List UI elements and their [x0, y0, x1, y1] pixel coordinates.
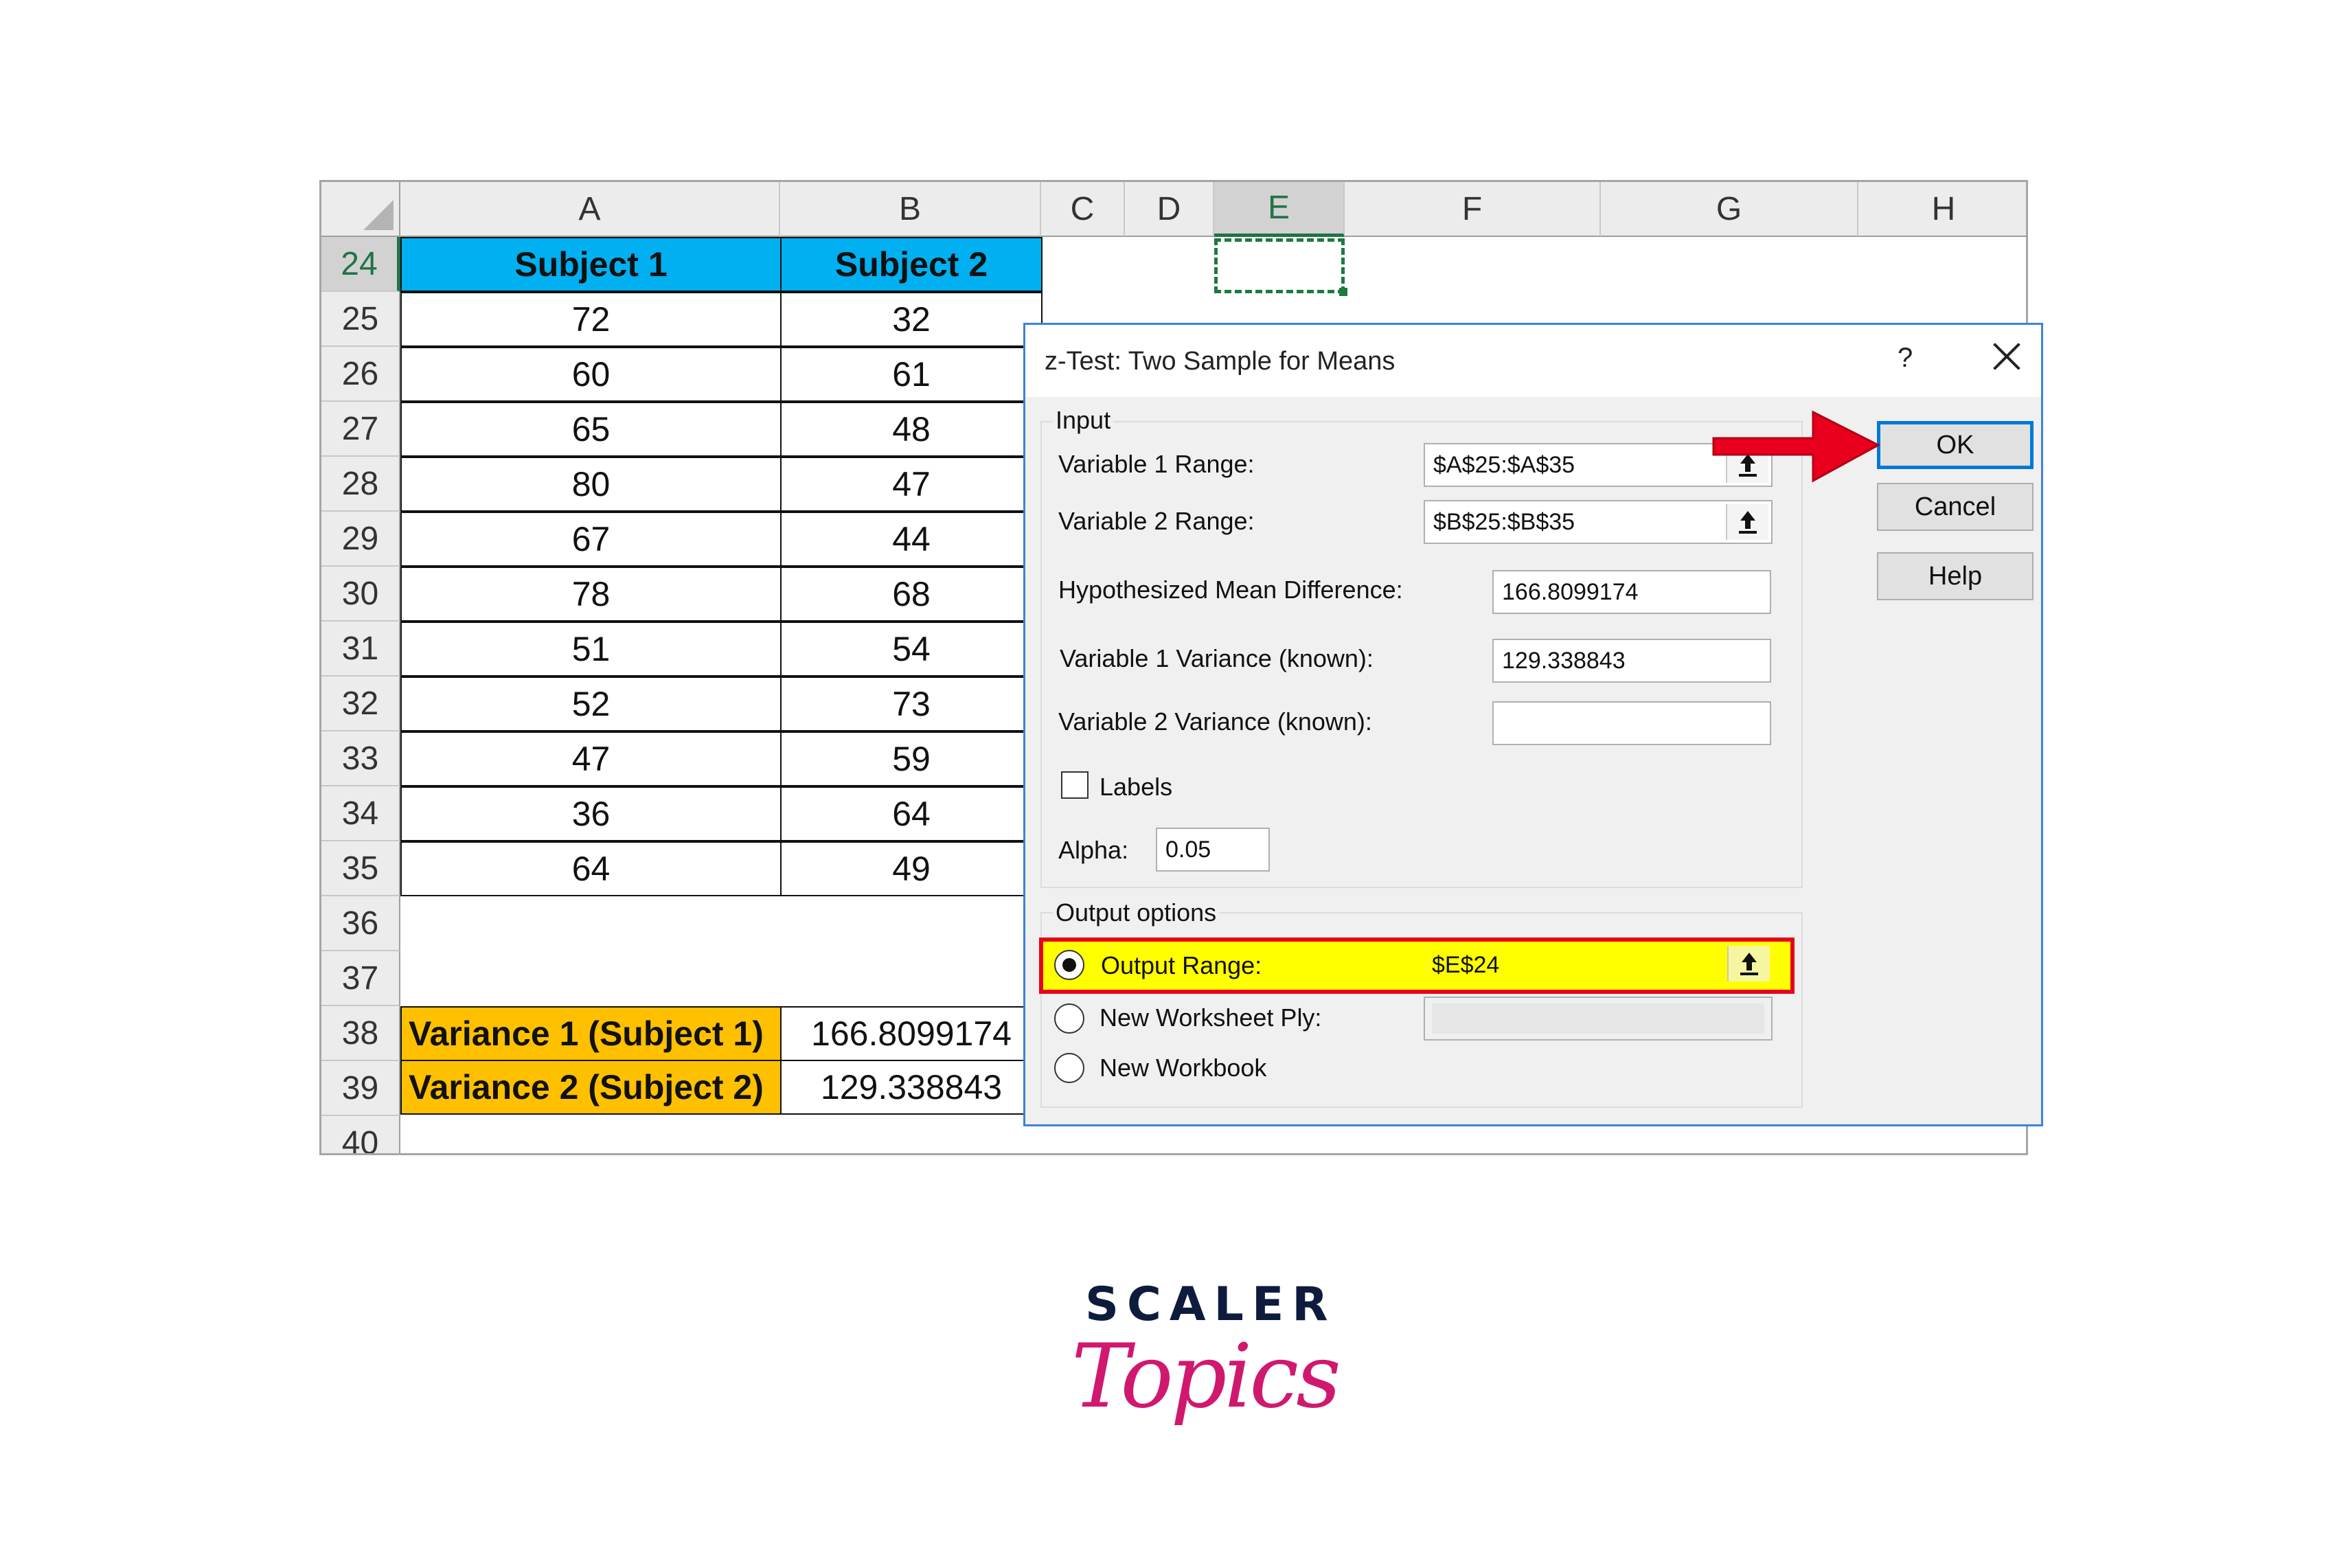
- data-cell-subject2[interactable]: 59: [780, 731, 1043, 786]
- variance1-value-cell[interactable]: 166.8099174: [780, 1006, 1043, 1061]
- select-all-corner[interactable]: [321, 182, 400, 237]
- scaler-topics-logo: SCALER Topics: [1071, 1277, 1341, 1456]
- collapse-arrow-icon: [1739, 511, 1757, 534]
- column-header-h[interactable]: H: [1858, 182, 2026, 237]
- var1-variance-input[interactable]: 129.338843: [1492, 639, 1771, 683]
- output-range-label: Output Range:: [1101, 951, 1262, 979]
- row-header-26[interactable]: 26: [321, 347, 400, 402]
- data-cell-subject1[interactable]: 51: [400, 622, 782, 677]
- input-group-label: Input: [1053, 406, 1114, 435]
- data-cell-subject1[interactable]: 78: [400, 567, 782, 622]
- column-header-f[interactable]: F: [1345, 182, 1601, 237]
- ztest-dialog: z-Test: Two Sample for Means ? Input Var…: [1023, 323, 2043, 1126]
- data-cell-subject1[interactable]: 60: [400, 347, 782, 402]
- logo-topics-text: Topics: [1071, 1326, 1341, 1428]
- row-header-30[interactable]: 30: [321, 567, 400, 622]
- data-cell-subject1[interactable]: 64: [400, 841, 782, 896]
- column-header-e[interactable]: E: [1214, 182, 1345, 237]
- new-ply-label: New Worksheet Ply:: [1100, 1003, 1322, 1032]
- variance1-label-cell[interactable]: Variance 1 (Subject 1): [400, 1006, 782, 1061]
- var2-range-input[interactable]: $B$25:$B$35: [1424, 500, 1773, 544]
- collapse-dialog-button-output[interactable]: [1727, 946, 1770, 981]
- var1-variance-label: Variable 1 Variance (known):: [1060, 644, 1374, 672]
- column-header-a[interactable]: A: [400, 182, 780, 237]
- help-question-icon[interactable]: ?: [1898, 343, 1913, 374]
- data-cell-subject1[interactable]: 80: [400, 457, 782, 512]
- row-header-40[interactable]: 40: [321, 1116, 400, 1153]
- header-cell-subject1[interactable]: Subject 1: [400, 237, 782, 292]
- data-cell-subject1[interactable]: 65: [400, 402, 782, 457]
- new-workbook-label: New Workbook: [1100, 1054, 1267, 1082]
- row-header-29[interactable]: 29: [321, 512, 400, 567]
- output-group-label: Output options: [1053, 898, 1220, 927]
- data-cell-subject2[interactable]: 54: [780, 622, 1043, 677]
- help-button[interactable]: Help: [1877, 552, 2034, 600]
- variance2-value-cell[interactable]: 129.338843: [780, 1060, 1043, 1115]
- data-cell-subject2[interactable]: 73: [780, 677, 1043, 731]
- hyp-mean-label: Hypothesized Mean Difference:: [1058, 576, 1403, 604]
- data-cell-subject2[interactable]: 47: [780, 457, 1043, 512]
- row-header-31[interactable]: 31: [321, 622, 400, 677]
- data-cell-subject2[interactable]: 68: [780, 567, 1043, 622]
- var2-variance-input[interactable]: [1492, 701, 1771, 745]
- row-header-36[interactable]: 36: [321, 896, 400, 951]
- cancel-button[interactable]: Cancel: [1877, 483, 2034, 531]
- close-icon[interactable]: [1990, 339, 2025, 373]
- data-cell-subject1[interactable]: 47: [400, 731, 782, 786]
- row-header-39[interactable]: 39: [321, 1061, 400, 1116]
- alpha-input[interactable]: 0.05: [1156, 828, 1270, 872]
- var1-range-value: $A$25:$A$35: [1433, 451, 1575, 478]
- dialog-titlebar[interactable]: z-Test: Two Sample for Means ?: [1025, 325, 2041, 397]
- new-ply-input[interactable]: [1424, 997, 1773, 1041]
- column-header-g[interactable]: G: [1601, 182, 1858, 237]
- var2-range-label: Variable 2 Range:: [1058, 507, 1255, 535]
- row-header-28[interactable]: 28: [321, 457, 400, 512]
- column-header-b[interactable]: B: [780, 182, 1041, 237]
- ok-button[interactable]: OK: [1877, 421, 2034, 469]
- row-header-34[interactable]: 34: [321, 786, 400, 841]
- logo-scaler-text: SCALER: [1085, 1277, 1336, 1332]
- row-header-33[interactable]: 33: [321, 731, 400, 786]
- new-workbook-radio[interactable]: [1054, 1053, 1084, 1083]
- red-arrow-icon: [1712, 410, 1881, 483]
- row-header-27[interactable]: 27: [321, 402, 400, 457]
- row-header-25[interactable]: 25: [321, 292, 400, 347]
- data-cell-subject1[interactable]: 67: [400, 512, 782, 567]
- data-cell-subject1[interactable]: 52: [400, 677, 782, 731]
- data-cell-subject2[interactable]: 32: [780, 292, 1043, 347]
- row-header-38[interactable]: 38: [321, 1006, 400, 1061]
- data-cell-subject2[interactable]: 44: [780, 512, 1043, 567]
- data-cell-subject2[interactable]: 61: [780, 347, 1043, 402]
- labels-checkbox-label: Labels: [1100, 773, 1173, 801]
- copy-marquee-e24[interactable]: [1214, 238, 1347, 296]
- alpha-label: Alpha:: [1058, 836, 1129, 864]
- row-header-24[interactable]: 24: [321, 237, 400, 292]
- data-cell-subject1[interactable]: 36: [400, 786, 782, 841]
- collapse-arrow-icon: [1740, 953, 1758, 975]
- hyp-mean-input[interactable]: 166.8099174: [1492, 570, 1771, 614]
- labels-checkbox[interactable]: [1061, 771, 1089, 799]
- new-ply-radio[interactable]: [1054, 1003, 1084, 1034]
- dialog-title: z-Test: Two Sample for Means: [1045, 347, 1396, 376]
- header-cell-subject2[interactable]: Subject 2: [780, 237, 1043, 292]
- var2-range-value: $B$25:$B$35: [1433, 508, 1575, 535]
- output-range-input[interactable]: $E$24: [1424, 943, 1773, 987]
- data-cell-subject2[interactable]: 64: [780, 786, 1043, 841]
- data-cell-subject1[interactable]: 72: [400, 292, 782, 347]
- column-header-d[interactable]: D: [1125, 182, 1214, 237]
- output-range-radio[interactable]: [1054, 950, 1084, 980]
- variance2-label-cell[interactable]: Variance 2 (Subject 2): [400, 1060, 782, 1115]
- collapse-dialog-button-var2[interactable]: [1726, 504, 1768, 540]
- data-cell-subject2[interactable]: 48: [780, 402, 1043, 457]
- var2-variance-label: Variable 2 Variance (known):: [1058, 707, 1372, 736]
- data-cell-subject2[interactable]: 49: [780, 841, 1043, 896]
- row-header-37[interactable]: 37: [321, 951, 400, 1006]
- row-header-32[interactable]: 32: [321, 677, 400, 731]
- output-range-value: $E$24: [1432, 951, 1500, 978]
- row-header-35[interactable]: 35: [321, 841, 400, 896]
- column-header-c[interactable]: C: [1041, 182, 1125, 237]
- var1-range-label: Variable 1 Range:: [1058, 450, 1255, 478]
